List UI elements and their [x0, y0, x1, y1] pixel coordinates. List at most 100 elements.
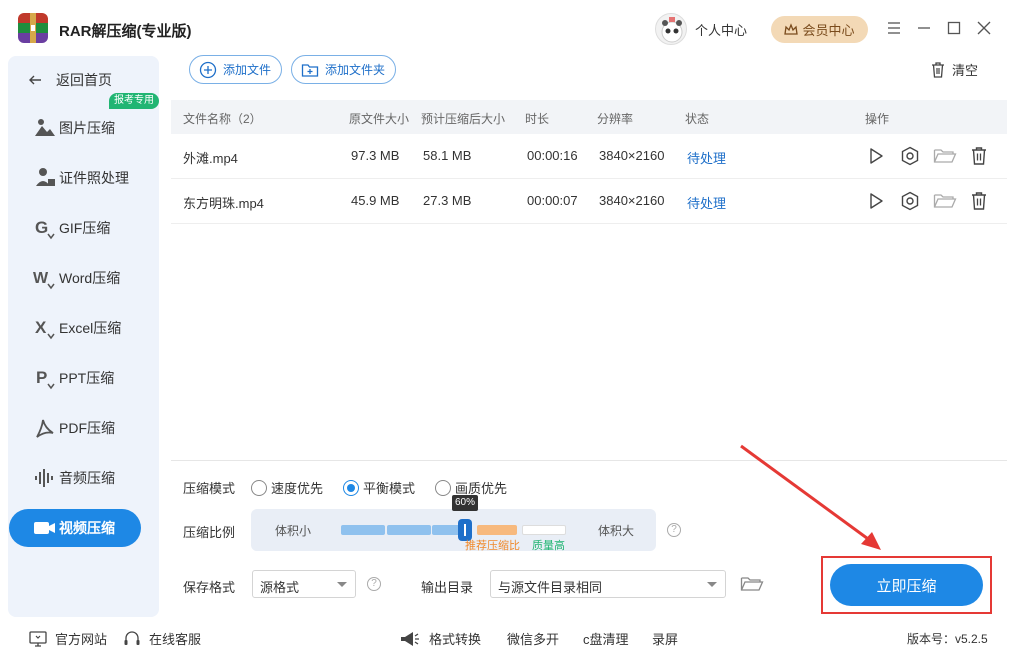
ratio-segment-quality[interactable] — [522, 525, 566, 535]
col-original-size: 原文件大小 — [349, 112, 410, 126]
file-name: 东方明珠.mp4 — [183, 196, 264, 211]
col-filename: 文件名称（2） — [183, 112, 262, 126]
mode-balanced-radio[interactable]: 平衡模式 — [343, 478, 415, 497]
official-website-label: 官方网站 — [55, 632, 108, 647]
close-icon[interactable] — [976, 19, 992, 37]
mode-balanced-label: 平衡模式 — [363, 481, 416, 496]
back-home-label: 返回首页 — [56, 72, 112, 88]
mode-label: 压缩模式 — [183, 481, 236, 496]
table-row: 东方明珠.mp4 45.9 MB 27.3 MB 00:00:07 3840×2… — [171, 179, 1007, 224]
svg-text:X: X — [35, 318, 47, 337]
menu-icon[interactable] — [886, 19, 902, 37]
settings-icon[interactable] — [900, 191, 920, 211]
sidebar-item-image[interactable]: 图片压缩 — [9, 109, 141, 147]
maximize-icon[interactable] — [946, 19, 962, 37]
ratio-value-tooltip: 60% — [452, 495, 479, 511]
play-icon[interactable] — [866, 191, 886, 211]
folder-icon[interactable] — [933, 146, 957, 166]
duration: 00:00:07 — [527, 193, 578, 208]
online-support-label: 在线客服 — [149, 632, 202, 647]
version-label: 版本号：v5.2.5 — [907, 632, 988, 646]
wechat-multi-link[interactable]: 微信多开 — [507, 629, 559, 648]
output-dir-value: 与源文件目录相同 — [498, 580, 603, 595]
add-circle-icon — [199, 61, 217, 78]
minimize-icon[interactable] — [916, 19, 932, 37]
pdf-icon — [33, 416, 57, 440]
play-icon[interactable] — [866, 146, 886, 166]
add-file-button[interactable]: 添加文件 — [189, 55, 283, 84]
settings-icon[interactable] — [900, 146, 920, 166]
format-value: 源格式 — [260, 580, 300, 595]
user-center-button[interactable]: 个人中心 — [655, 12, 747, 46]
mode-speed-label: 速度优先 — [271, 481, 324, 496]
sidebar-item-ppt[interactable]: P PPT压缩 — [9, 359, 141, 397]
sidebar-item-label: Word压缩 — [59, 270, 121, 286]
clear-label: 清空 — [952, 63, 979, 78]
quality-label: 质量高 — [532, 540, 565, 552]
add-folder-button[interactable]: 添加文件夹 — [291, 55, 397, 84]
sidebar-item-label: 图片压缩 — [59, 120, 115, 136]
image-icon — [33, 116, 57, 140]
ratio-segment[interactable] — [387, 525, 431, 535]
monitor-icon — [29, 630, 47, 647]
help-icon[interactable]: ? — [367, 577, 381, 591]
user-center-label: 个人中心 — [695, 22, 748, 38]
audio-icon — [33, 466, 57, 490]
svg-text:W: W — [33, 270, 49, 287]
add-file-label: 添加文件 — [223, 63, 272, 77]
avatar — [655, 13, 687, 45]
col-estimated-size: 预计压缩后大小 — [421, 112, 506, 126]
compress-now-button[interactable]: 立即压缩 — [830, 564, 983, 606]
radio-circle — [251, 479, 267, 496]
estimated-size: 27.3 MB — [423, 193, 472, 208]
folder-icon[interactable] — [933, 191, 957, 211]
gif-icon: G — [33, 216, 57, 240]
radio-circle-checked — [343, 479, 359, 496]
online-support-link[interactable]: 在线客服 — [123, 629, 201, 648]
crown-icon — [784, 22, 799, 35]
sidebar-item-label: Excel压缩 — [59, 320, 122, 336]
sidebar-item-video[interactable]: 视频压缩 — [9, 509, 141, 547]
mode-speed-radio[interactable]: 速度优先 — [251, 478, 323, 497]
format-convert-link[interactable]: 格式转换 — [399, 629, 481, 648]
col-resolution: 分辨率 — [597, 112, 634, 126]
resolution: 3840×2160 — [599, 193, 665, 208]
sidebar-item-excel[interactable]: X Excel压缩 — [9, 309, 141, 347]
excel-icon: X — [33, 316, 57, 340]
status-link[interactable]: 待处理 — [687, 148, 726, 167]
radio-circle — [435, 479, 451, 496]
chevron-down-icon — [707, 582, 717, 587]
output-dir-select[interactable]: 与源文件目录相同 — [490, 570, 726, 598]
add-folder-icon — [301, 63, 319, 77]
ratio-small-label: 体积小 — [275, 524, 312, 538]
app-title: RAR解压缩(专业版) — [59, 23, 192, 40]
sidebar-item-label: 证件照处理 — [59, 170, 129, 186]
help-icon[interactable]: ? — [667, 523, 681, 537]
sidebar-item-audio[interactable]: 音频压缩 — [9, 459, 141, 497]
sidebar-item-id-photo[interactable]: 证件照处理 — [9, 159, 141, 197]
clear-button[interactable]: 清空 — [931, 60, 978, 79]
delete-icon[interactable] — [969, 191, 989, 211]
col-duration: 时长 — [525, 112, 550, 126]
sidebar-item-label: GIF压缩 — [59, 220, 111, 236]
ratio-segment-recommended[interactable] — [477, 525, 517, 535]
recommend-label: 推荐压缩比 — [465, 540, 520, 552]
estimated-size: 58.1 MB — [423, 148, 472, 163]
ratio-segment[interactable] — [341, 525, 385, 535]
title-bar: RAR解压缩(专业版) 个人中心 会员中心 — [0, 0, 1014, 56]
delete-icon[interactable] — [969, 146, 989, 166]
format-select[interactable]: 源格式 — [252, 570, 356, 598]
browse-folder-icon[interactable] — [740, 574, 764, 594]
screen-record-link[interactable]: 录屏 — [652, 629, 678, 648]
vip-center-button[interactable]: 会员中心 — [771, 16, 868, 43]
c-drive-clean-link[interactable]: c盘清理 — [583, 629, 629, 648]
headset-icon — [124, 630, 140, 645]
annotation-arrow — [740, 444, 881, 550]
status-link[interactable]: 待处理 — [687, 193, 726, 212]
official-website-link[interactable]: 官方网站 — [29, 629, 107, 648]
sidebar-item-word[interactable]: W Word压缩 — [9, 259, 141, 297]
sidebar-item-pdf[interactable]: PDF压缩 — [9, 409, 141, 447]
video-icon — [33, 516, 57, 540]
format-label: 保存格式 — [183, 580, 236, 595]
sidebar-item-gif[interactable]: G GIF压缩 — [9, 209, 141, 247]
